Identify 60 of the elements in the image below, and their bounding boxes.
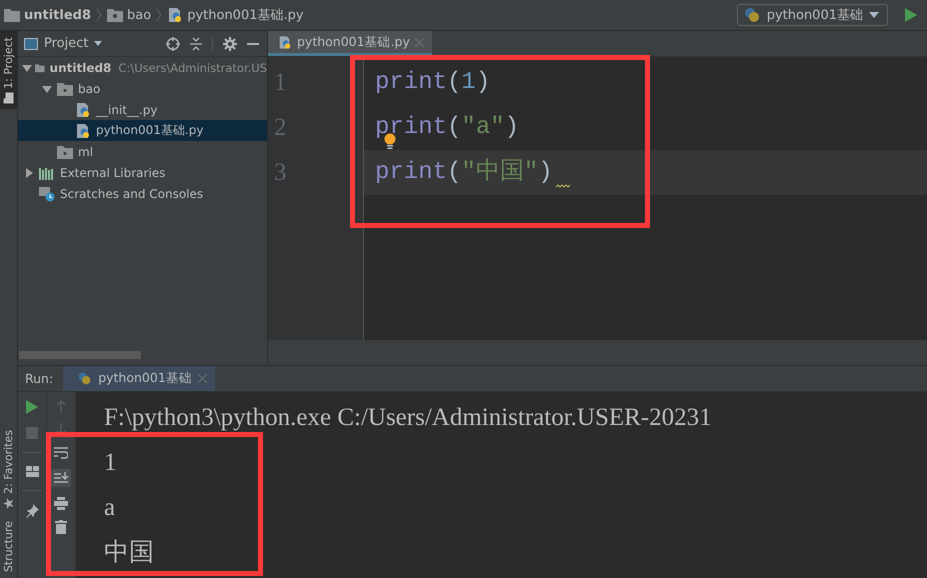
crosshair-icon[interactable]: [166, 36, 180, 50]
scroll-to-end-icon[interactable]: [51, 469, 71, 487]
package-icon: [57, 82, 73, 96]
expanded-arrow-icon[interactable]: [22, 62, 32, 72]
window-icon: [24, 38, 38, 50]
chevron-icon: [96, 8, 102, 22]
tool-window-tab[interactable]: Structure: [0, 514, 17, 578]
tree-item[interactable]: untitled8 C:\Users\Administrator.US: [18, 57, 267, 78]
code-line: print("中国"): [375, 159, 553, 186]
package-icon: [107, 8, 124, 22]
star-icon: [3, 498, 14, 509]
chevron-icon: [156, 8, 162, 22]
collapsed-arrow-icon[interactable]: [24, 168, 34, 178]
project-tool-tab[interactable]: 1: Project: [0, 31, 17, 109]
folder-icon: [4, 8, 20, 22]
tree-item[interactable]: ml: [18, 141, 267, 162]
breadcrumb-item[interactable]: untitled8: [4, 8, 92, 22]
tool-window-tab[interactable]: 2: Favorites: [0, 424, 17, 515]
console-output-line: 1: [104, 448, 118, 478]
package-icon: [57, 144, 73, 158]
expanded-arrow-icon[interactable]: [42, 84, 52, 94]
run-tab[interactable]: python001基础: [63, 366, 215, 391]
python-file-icon: [278, 34, 292, 50]
caret-icon: [94, 41, 102, 46]
run-icon[interactable]: [905, 8, 917, 22]
code-line: print(1): [375, 69, 490, 96]
soft-wrap-icon[interactable]: [54, 446, 68, 459]
scratch-clock-icon: [39, 186, 55, 202]
console-output-line: F:\python3\python.exe C:/Users/Administrator.USER-20231: [104, 403, 713, 433]
layout-icon[interactable]: [26, 466, 38, 477]
pin-icon[interactable]: [25, 504, 39, 518]
code-line: print("a"): [375, 114, 520, 141]
project-view-dropdown[interactable]: Project: [24, 36, 102, 51]
python-file-icon: [75, 102, 91, 118]
caret-icon: [869, 12, 879, 18]
run-configuration-dropdown[interactable]: python001基础: [736, 4, 888, 26]
python-file-icon: [75, 122, 91, 138]
trash-icon[interactable]: [55, 520, 67, 534]
folder-icon: [4, 92, 14, 104]
run-icon[interactable]: [26, 400, 38, 414]
scrollbar-thumb[interactable]: [19, 351, 141, 359]
console-output-line: a: [104, 493, 116, 523]
python-icon: [77, 371, 92, 386]
tree-item[interactable]: python001基础.py: [18, 120, 267, 141]
settings-icon[interactable]: [223, 36, 237, 50]
console-output-line: 中国: [104, 538, 155, 568]
python-icon: [742, 6, 761, 24]
tree-item[interactable]: Scratches and Consoles: [18, 183, 267, 204]
tree-item[interactable]: bao: [18, 78, 267, 99]
breadcrumb-item[interactable]: python001基础.py: [167, 6, 304, 24]
breadcrumb-item[interactable]: bao: [107, 8, 152, 22]
editor-tab[interactable]: python001基础.py: [268, 31, 432, 56]
run-label: Run:: [24, 371, 54, 386]
collapse-all-icon[interactable]: [190, 36, 202, 50]
print-icon[interactable]: [54, 497, 68, 510]
minimize-icon[interactable]: [247, 42, 259, 44]
tree-item[interactable]: External Libraries: [18, 162, 267, 183]
python-file-icon: [167, 7, 184, 23]
tree-item[interactable]: __init__.py: [18, 99, 267, 120]
library-icon: [39, 166, 55, 180]
